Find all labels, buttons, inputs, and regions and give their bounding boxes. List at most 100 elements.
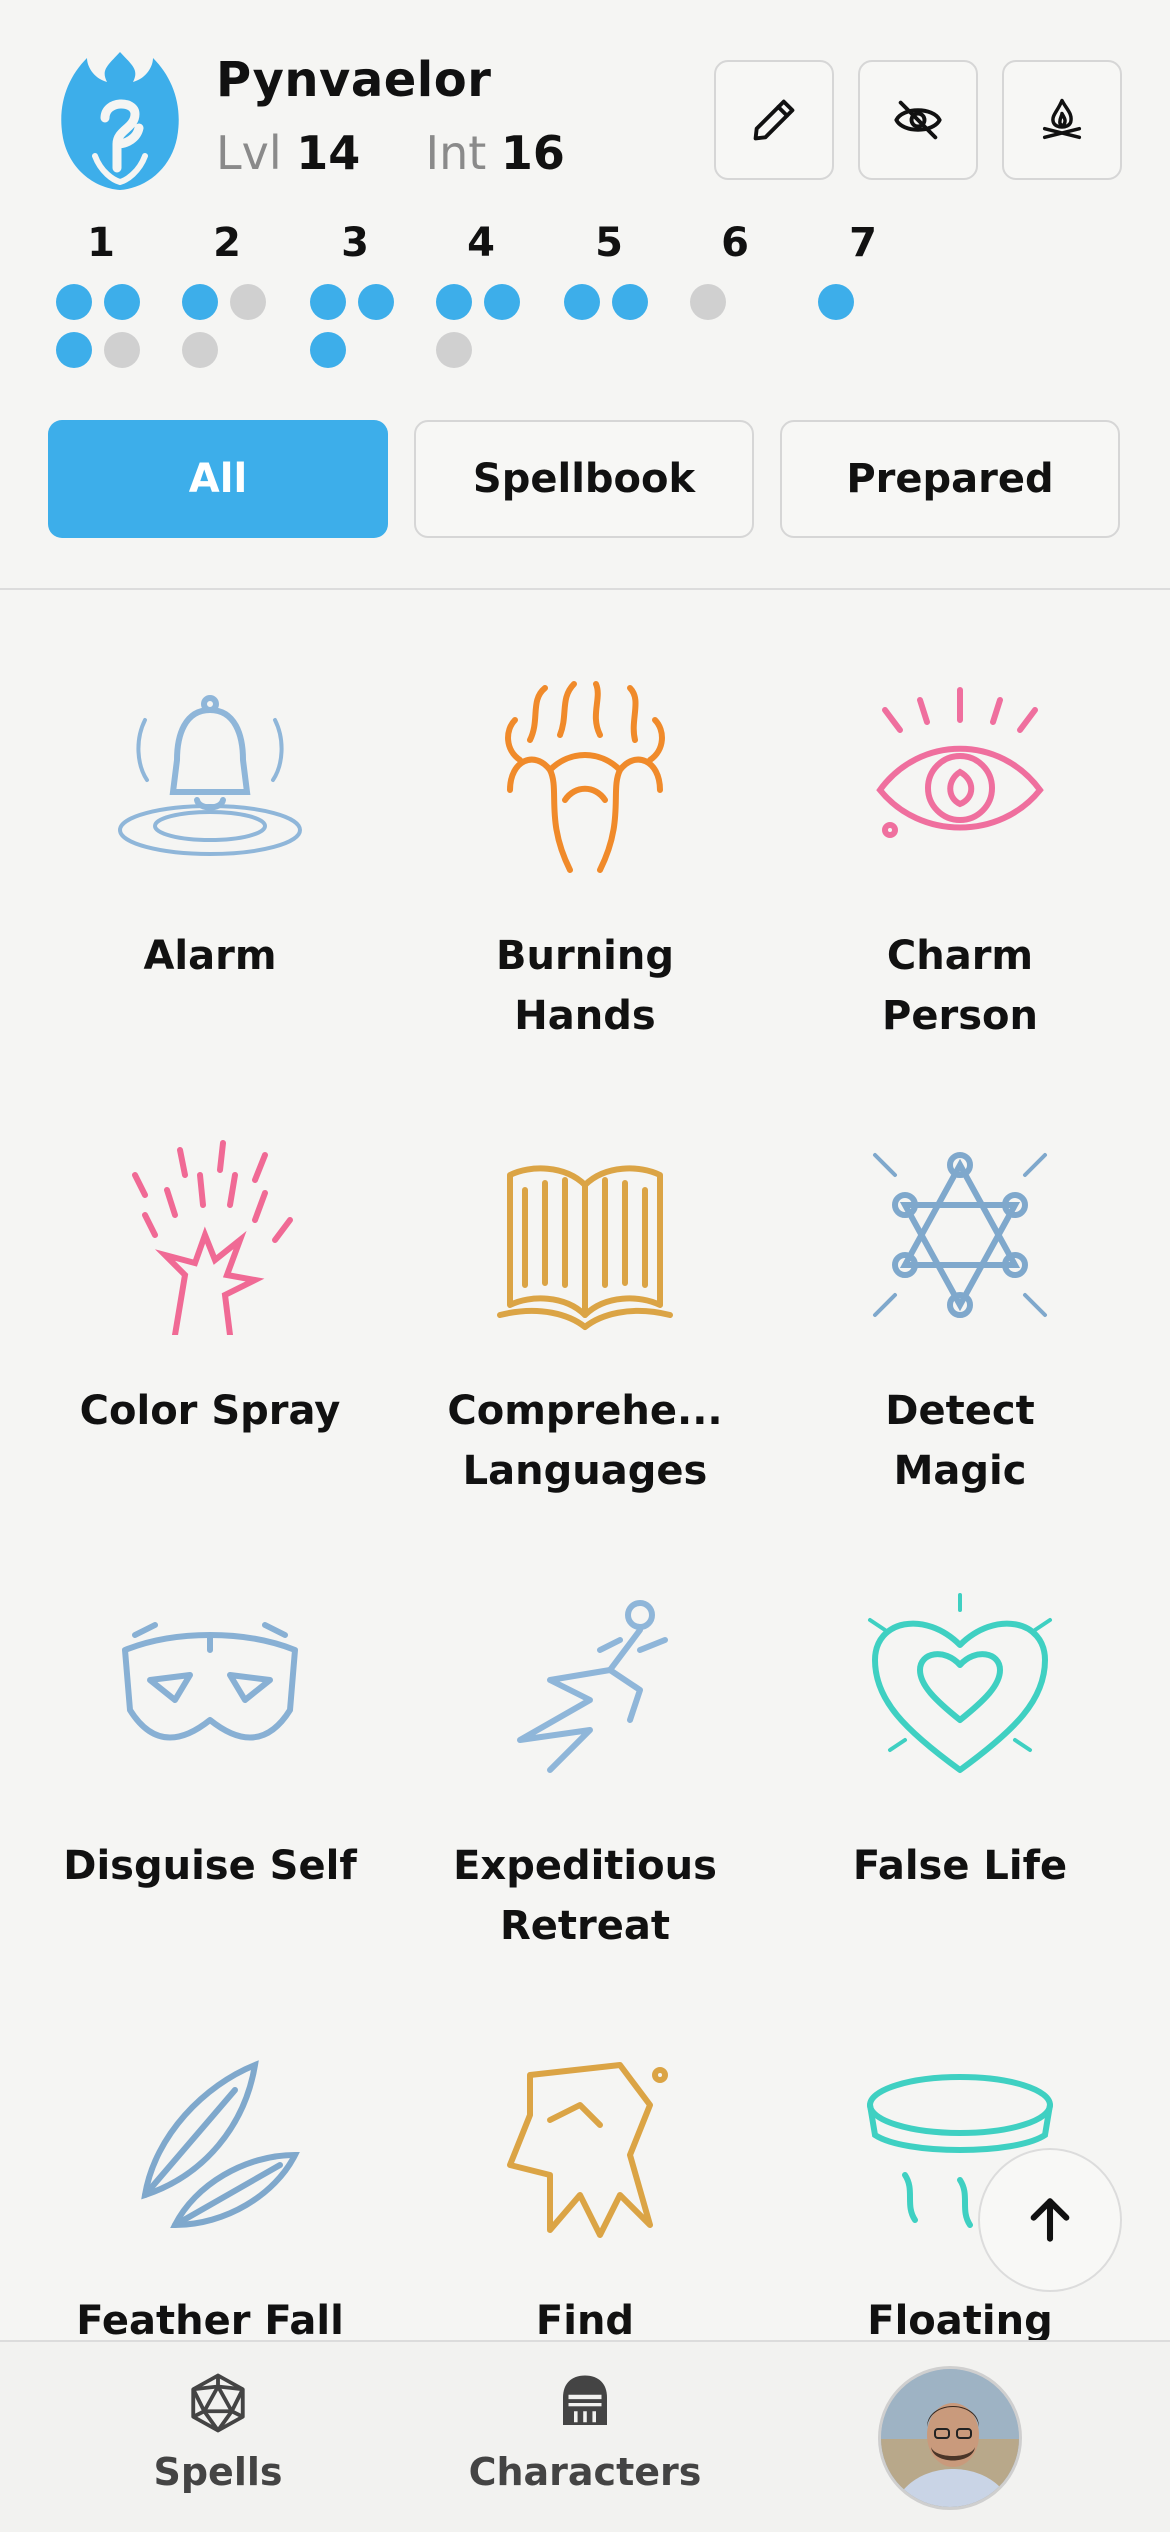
pencil-icon (753, 99, 795, 141)
filter-tab-prepared[interactable]: Prepared (780, 420, 1120, 538)
slot-dot-available[interactable] (612, 284, 648, 320)
slot-level-number: 4 (467, 220, 495, 266)
d20-icon (191, 2373, 245, 2433)
thorn-heart-icon (868, 1593, 1052, 1773)
nav-characters[interactable]: Characters (435, 2370, 735, 2494)
toggle-visibility-button[interactable] (858, 60, 978, 180)
long-rest-button[interactable] (1002, 60, 1122, 180)
spell-card-charm-person[interactable]: Charm Person (775, 640, 1145, 1040)
spell-name: Detect Magic (885, 1388, 1035, 1494)
book-icon (497, 1165, 673, 1330)
hexagram-icon (873, 1152, 1047, 1318)
slot-dot-used[interactable] (436, 332, 472, 368)
slot-dots (56, 284, 156, 380)
filter-tab-spellbook[interactable]: Spellbook (414, 420, 754, 538)
slot-dots (818, 284, 918, 332)
spell-card-find-familiar[interactable]: Find (400, 2005, 770, 2340)
slot-level-1[interactable]: 1 (56, 220, 166, 380)
spell-name: Comprehe... Languages (447, 1388, 723, 1494)
flame-hands-icon (505, 681, 665, 873)
slot-dot-available[interactable] (104, 284, 140, 320)
running-figure-icon (517, 1600, 668, 1773)
spell-name: Feather Fall (76, 2298, 344, 2340)
spray-hand-icon (132, 1140, 293, 1335)
slot-dot-available[interactable] (182, 284, 218, 320)
avatar-photo (881, 2369, 1019, 2507)
spell-name: Floating (867, 2298, 1053, 2340)
feathers-icon (141, 2060, 300, 2229)
slot-level-3[interactable]: 3 (310, 220, 420, 380)
nav-characters-label: Characters (468, 2450, 702, 2494)
scroll-to-top-button[interactable] (978, 2148, 1122, 2292)
bell-icon (118, 695, 302, 856)
slot-level-4[interactable]: 4 (436, 220, 546, 380)
character-stats: Lvl 14 Int 16 (216, 126, 565, 180)
user-avatar[interactable] (878, 2366, 1022, 2510)
slot-level-5[interactable]: 5 (564, 220, 674, 332)
slot-dot-available[interactable] (818, 284, 854, 320)
spell-card-burning-hands[interactable]: Burning Hands (400, 640, 770, 1040)
spell-name: Expeditious Retreat (453, 1843, 717, 1949)
spell-card-false-life[interactable]: False Life (775, 1550, 1145, 1950)
eye-off-icon (894, 100, 942, 140)
slot-level-number: 7 (849, 220, 877, 266)
spell-name: Alarm (143, 933, 277, 979)
arrow-up-icon (1030, 2198, 1070, 2242)
slot-dots (310, 284, 410, 380)
knight-helmet-icon (563, 2375, 607, 2425)
slot-dots (564, 284, 664, 332)
slot-dot-available[interactable] (358, 284, 394, 320)
slot-level-number: 6 (721, 220, 749, 266)
slot-dot-available[interactable] (436, 284, 472, 320)
spell-card-color-spray[interactable]: Color Spray (25, 1095, 395, 1495)
int-value: 16 (500, 126, 565, 180)
slot-dot-available[interactable] (310, 284, 346, 320)
slot-dot-available[interactable] (56, 284, 92, 320)
spell-name: Find (535, 2298, 635, 2340)
edit-character-button[interactable] (714, 60, 834, 180)
spell-card-detect-magic[interactable]: Detect Magic (775, 1095, 1145, 1495)
bottom-navigation: Spells Characters (0, 2340, 1170, 2532)
spell-card-feather-fall[interactable]: Feather Fall (25, 2005, 395, 2340)
spell-name: Burning Hands (496, 933, 674, 1039)
flame-logo-icon (61, 52, 179, 190)
spell-card-comprehend-languages[interactable]: Comprehe... Languages (400, 1095, 770, 1495)
slot-dot-available[interactable] (56, 332, 92, 368)
slot-dots (690, 284, 790, 332)
int-label: Int (425, 126, 487, 180)
spell-name: Disguise Self (63, 1843, 357, 1889)
character-header: Pynvaelor Lvl 14 Int 16 1 2 3 4 5 6 7 Al… (0, 0, 1170, 590)
spell-card-alarm[interactable]: Alarm (25, 640, 395, 1040)
spell-name: Charm Person (882, 933, 1038, 1039)
nav-spells-label: Spells (153, 2450, 283, 2494)
campfire-icon (1042, 98, 1082, 140)
slot-level-number: 3 (341, 220, 369, 266)
slot-dots (182, 284, 282, 380)
slot-dot-used[interactable] (182, 332, 218, 368)
slot-level-7[interactable]: 7 (818, 220, 928, 332)
eye-icon (876, 687, 1044, 838)
slot-level-2[interactable]: 2 (182, 220, 292, 380)
slot-dot-used[interactable] (104, 332, 140, 368)
slot-level-6[interactable]: 6 (690, 220, 800, 332)
slot-dot-available[interactable] (564, 284, 600, 320)
slot-dot-available[interactable] (484, 284, 520, 320)
spell-grid: Alarm Burning Hands Charm Person Color Spr… (0, 620, 1170, 2340)
spell-card-disguise-self[interactable]: Disguise Self (25, 1550, 395, 1950)
slot-level-number: 2 (213, 220, 241, 266)
slot-dots (436, 284, 536, 380)
nav-spells[interactable]: Spells (68, 2370, 368, 2494)
slot-dot-used[interactable] (690, 284, 726, 320)
spell-card-expeditious-retreat[interactable]: Expeditious Retreat (400, 1550, 770, 1950)
slot-dot-used[interactable] (230, 284, 266, 320)
level-value: 14 (296, 126, 361, 180)
mask-icon (122, 1622, 298, 1741)
character-name: Pynvaelor (216, 52, 492, 108)
spell-name: Color Spray (79, 1388, 341, 1434)
familiar-cat-icon (507, 2062, 668, 2238)
slot-dot-available[interactable] (310, 332, 346, 368)
spell-name: False Life (852, 1843, 1068, 1889)
slot-level-number: 5 (595, 220, 623, 266)
slot-level-number: 1 (87, 220, 115, 266)
filter-tab-all[interactable]: All (48, 420, 388, 538)
